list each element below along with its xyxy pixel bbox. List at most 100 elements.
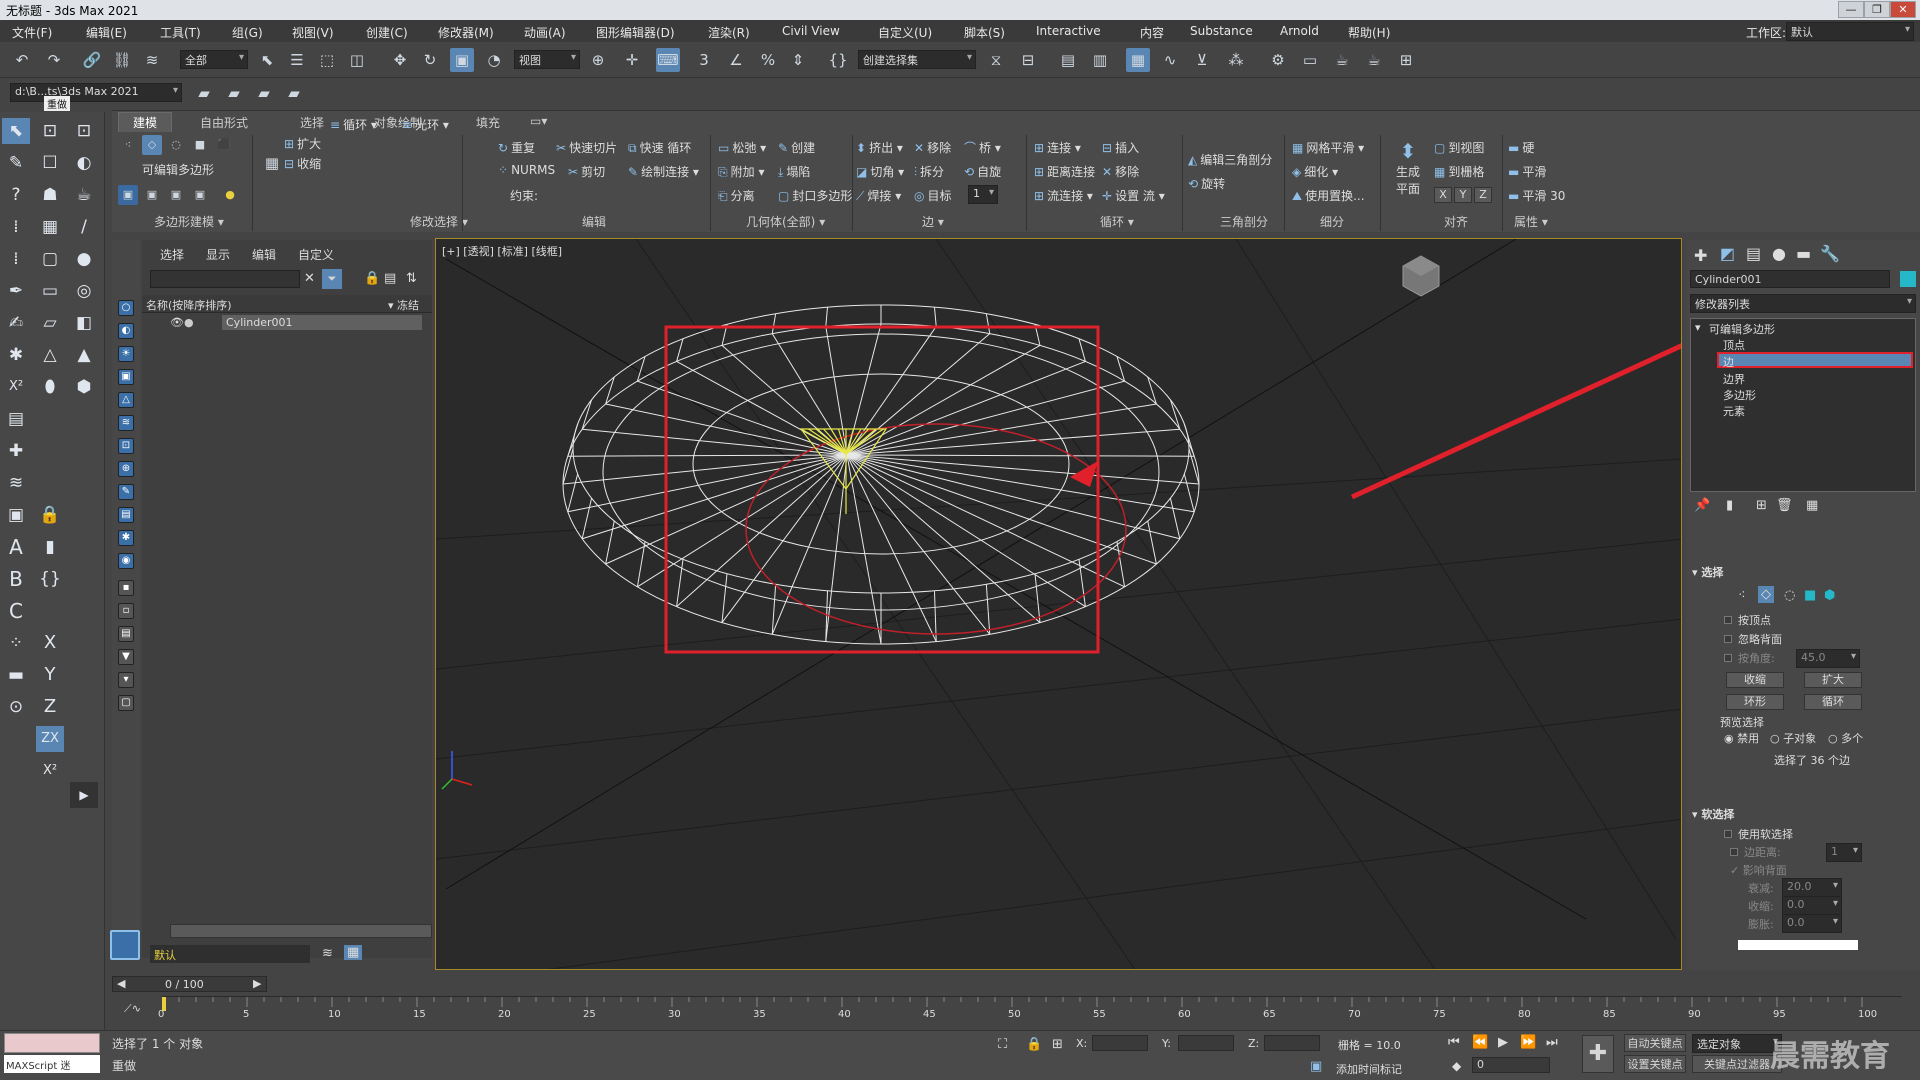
menu-animation[interactable]: 动画(A) bbox=[524, 24, 566, 41]
render-setup-icon[interactable]: ⚙ bbox=[1266, 48, 1290, 72]
layer-new-icon[interactable]: ▦ bbox=[344, 945, 363, 960]
menu-substance[interactable]: Substance bbox=[1190, 24, 1253, 38]
spin-button[interactable]: ⟲ 自旋 bbox=[964, 163, 1001, 180]
display-containers-icon[interactable]: ▤ bbox=[118, 507, 134, 523]
z-axis-icon[interactable]: Z bbox=[36, 694, 64, 720]
display-xrefs-icon[interactable]: ⊕ bbox=[118, 461, 134, 477]
menu-edit[interactable]: 编辑(E) bbox=[86, 24, 127, 41]
geometry-icon[interactable]: ☗ bbox=[36, 182, 64, 208]
stack-ops-icon[interactable]: ▣ bbox=[118, 185, 138, 205]
group-label-modify-selection[interactable]: 修改选择 ▾ bbox=[410, 213, 468, 230]
y-axis-icon[interactable]: Y bbox=[36, 662, 64, 688]
preview-subobject-radio[interactable]: ○ 子对象 bbox=[1770, 730, 1816, 746]
auto-key-button[interactable]: 自动关键点 bbox=[1624, 1034, 1686, 1052]
workspace-select[interactable]: 默认 bbox=[1786, 22, 1914, 41]
to-view-button[interactable]: ▢ 到视图 bbox=[1434, 139, 1484, 156]
menu-graph-editors[interactable]: 图形编辑器(D) bbox=[596, 24, 675, 41]
cut-button[interactable]: ✂ 剪切 bbox=[568, 163, 605, 180]
toggle-layer-explorer-icon[interactable]: ▥ bbox=[1088, 48, 1112, 72]
object-name-cell[interactable]: Cylinder001 bbox=[222, 315, 422, 330]
target-weld-button[interactable]: ◎ 目标 bbox=[914, 187, 952, 204]
rect-selection-icon[interactable]: ⬚ bbox=[315, 48, 339, 72]
by-angle-checkbox[interactable] bbox=[1724, 654, 1732, 662]
cone-tool-icon[interactable]: △ bbox=[36, 342, 64, 368]
toggle-ribbon-icon[interactable]: ▦ bbox=[1126, 48, 1150, 72]
render-iterative-icon[interactable]: ☕ bbox=[1362, 48, 1386, 72]
shrink-selection-button[interactable]: 收缩 bbox=[1726, 672, 1784, 688]
time-next-icon[interactable]: ▶ bbox=[253, 977, 261, 990]
curve-editor-toggle-icon[interactable]: ⟋∿ bbox=[124, 1002, 141, 1016]
sel-polygon-icon[interactable]: ■ bbox=[1804, 588, 1816, 603]
stack-item-element[interactable]: 元素 bbox=[1723, 403, 1745, 419]
shrink-button[interactable]: ⊟ 收缩 bbox=[284, 155, 321, 172]
scene-tab-edit[interactable]: 编辑 bbox=[252, 246, 276, 263]
display-groups-icon[interactable]: ⊡ bbox=[118, 438, 134, 454]
snap-vertex-icon[interactable]: ? bbox=[2, 182, 30, 208]
toggle-scene-explorer-icon[interactable]: ▤ bbox=[1056, 48, 1080, 72]
render-production-icon[interactable]: ☕ bbox=[1330, 48, 1354, 72]
y-coord-field[interactable] bbox=[1178, 1035, 1234, 1051]
paint-tool-icon[interactable]: ✍ bbox=[2, 310, 30, 336]
remove-loop-button[interactable]: ✕ 移除 bbox=[1102, 163, 1139, 180]
extrude-button[interactable]: ⬍ 挤出 ▾ bbox=[856, 139, 903, 156]
visibility-eye-icon[interactable]: 👁 bbox=[170, 316, 184, 329]
remove-modifier-icon[interactable]: 🗑 bbox=[1776, 498, 1793, 513]
menu-interactive[interactable]: Interactive bbox=[1036, 24, 1101, 38]
use-displacement-button[interactable]: ⛰ 使用置换... bbox=[1292, 187, 1365, 204]
unlink-icon[interactable]: ⛓ bbox=[110, 48, 134, 72]
redo-icon[interactable]: ↷ bbox=[42, 48, 66, 72]
selected-object-select[interactable]: 选定对象 bbox=[1692, 1034, 1782, 1053]
bridge-button[interactable]: ⌒ 桥 ▾ bbox=[964, 139, 1001, 156]
group-label-properties[interactable]: 属性 ▾ bbox=[1514, 213, 1548, 230]
b-tool-icon[interactable]: B bbox=[2, 566, 30, 592]
align-icon[interactable]: ⊟ bbox=[1016, 48, 1040, 72]
select-all-icon[interactable]: ▪ bbox=[118, 580, 134, 596]
dots-tool-icon[interactable]: ⁘ bbox=[2, 630, 30, 656]
menu-create[interactable]: 创建(C) bbox=[366, 24, 408, 41]
edit-triangulation-button[interactable]: ◭ 编辑三角剖分 bbox=[1188, 151, 1272, 168]
set-flow-button[interactable]: ✛ 设置 流 ▾ bbox=[1102, 187, 1165, 204]
hard-button[interactable]: ▬ 硬 bbox=[1508, 139, 1534, 156]
insert-loop-button[interactable]: ⊟ 插入 bbox=[1102, 139, 1139, 156]
loop-button[interactable]: ≡ 循环 ▾ bbox=[330, 116, 377, 133]
named-selection-set-select[interactable]: 创建选择集 bbox=[858, 50, 976, 69]
project-path-select[interactable]: d:\B...ts\3ds Max 2021 bbox=[10, 83, 182, 102]
prev-frame-icon[interactable]: ⏪ bbox=[1472, 1035, 1488, 1050]
group-label-loops[interactable]: 循环 ▾ bbox=[1100, 213, 1134, 230]
ring-button[interactable]: 环形 bbox=[1726, 694, 1784, 710]
menu-civil-view[interactable]: Civil View bbox=[782, 24, 840, 38]
filter-active-icon[interactable]: ⏷ bbox=[322, 269, 342, 289]
smooth-button[interactable]: ▬ 平滑 bbox=[1508, 163, 1546, 180]
select-object-icon[interactable]: ⬉ bbox=[255, 48, 279, 72]
set-key-button[interactable]: 设置关键点 bbox=[1624, 1055, 1686, 1073]
plane-tool-icon[interactable]: ▱ bbox=[36, 310, 64, 336]
soft-selection-rollout-title[interactable]: ▾ 软选择 bbox=[1692, 806, 1734, 822]
menu-view[interactable]: 视图(V) bbox=[292, 24, 334, 41]
ignore-backfacing-checkbox[interactable] bbox=[1724, 635, 1732, 643]
ring-button[interactable]: ≡ 光环 ▾ bbox=[402, 116, 449, 133]
layer-explorer-icon[interactable] bbox=[110, 930, 140, 960]
display-all-icon[interactable]: ◉ bbox=[118, 553, 134, 569]
vertex-tool-icon[interactable]: ⁞ bbox=[2, 214, 30, 240]
filter-toggle-icon[interactable]: ▢ bbox=[118, 695, 134, 711]
undo-icon[interactable]: ↶ bbox=[10, 48, 34, 72]
move-icon[interactable]: ✥ bbox=[388, 48, 412, 72]
tab-freeform[interactable]: 自由形式 bbox=[200, 114, 248, 131]
pen-tool-icon[interactable]: ✒ bbox=[2, 278, 30, 304]
flow-connect-button[interactable]: ⊞ 流连接 ▾ bbox=[1034, 187, 1093, 204]
weld-button[interactable]: ⟋ 焊接 ▾ bbox=[856, 187, 901, 204]
project-create-icon[interactable]: ▰ bbox=[222, 81, 246, 105]
smooth-30-button[interactable]: ▬ 平滑 30 bbox=[1508, 187, 1565, 204]
link-icon[interactable]: 🔗 bbox=[80, 48, 104, 72]
angle-snap-icon[interactable]: ∠ bbox=[724, 48, 748, 72]
goto-start-icon[interactable]: ⏮ bbox=[1448, 1035, 1460, 1050]
element-mode-icon[interactable]: ⬛ bbox=[214, 135, 234, 155]
swiftloop-button[interactable]: ⧉ 快速 循环 bbox=[628, 139, 691, 156]
torus-tool-icon[interactable]: ◎ bbox=[70, 278, 98, 304]
tessellate-button[interactable]: ◈ 细化 ▾ bbox=[1292, 163, 1338, 180]
bubble-field[interactable]: 0.0 bbox=[1782, 914, 1842, 933]
display-shapes-icon[interactable]: ◐ bbox=[118, 323, 134, 339]
pyramid-tool-icon[interactable]: ▲ bbox=[70, 342, 98, 368]
scene-search-input[interactable] bbox=[150, 270, 300, 288]
table-row[interactable]: 👁 ● Cylinder001 bbox=[142, 314, 432, 332]
